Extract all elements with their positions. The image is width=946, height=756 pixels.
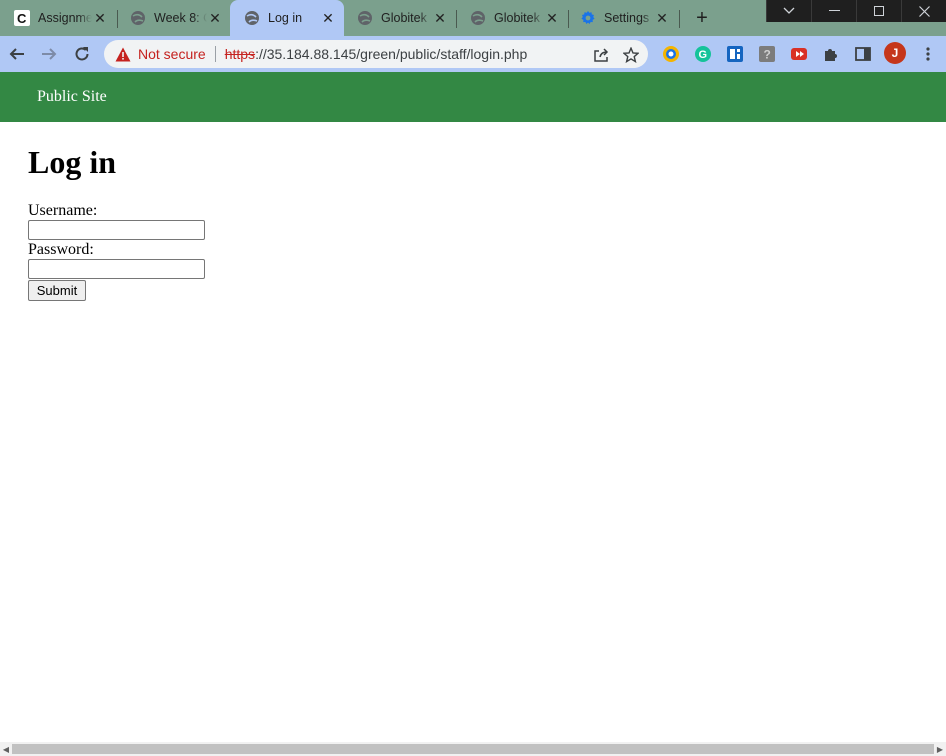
maximize-button[interactable] xyxy=(856,0,901,22)
close-icon[interactable]: ✕ xyxy=(207,10,223,26)
svg-text:C: C xyxy=(17,11,27,26)
password-input[interactable] xyxy=(28,259,205,279)
scroll-right-arrow-icon[interactable]: ▶ xyxy=(935,744,945,754)
page-title: Log in xyxy=(28,144,117,180)
globe-icon xyxy=(244,10,260,26)
svg-text:?: ? xyxy=(764,48,771,62)
close-icon[interactable]: ✕ xyxy=(320,10,336,26)
password-label: Password: xyxy=(28,241,94,258)
tab-search-button[interactable] xyxy=(766,0,811,22)
tab-log-in[interactable]: Log in ✕ xyxy=(230,0,344,36)
unknown-extension-icon[interactable]: ? xyxy=(757,44,777,64)
divider xyxy=(214,46,216,62)
new-tab-button[interactable]: + xyxy=(692,7,712,29)
menu-dots-icon[interactable] xyxy=(918,44,938,64)
minimize-button[interactable] xyxy=(811,0,856,22)
tab-title: Globitek xyxy=(494,11,540,25)
extension-blue-icon[interactable] xyxy=(725,44,745,64)
close-icon[interactable]: ✕ xyxy=(544,10,560,26)
tab-title: Log in xyxy=(268,11,303,25)
warning-icon[interactable] xyxy=(115,46,131,62)
url-protocol: https xyxy=(224,46,256,62)
tab-globitek-1[interactable]: Globitek ✕ xyxy=(343,0,456,36)
submit-button[interactable]: Submit xyxy=(28,280,86,301)
close-icon[interactable]: ✕ xyxy=(654,10,670,26)
globe-icon xyxy=(130,10,146,26)
username-input[interactable] xyxy=(28,220,205,240)
tab-title: Settings xyxy=(604,11,650,25)
public-site-link[interactable]: Public Site xyxy=(37,88,107,106)
close-icon[interactable]: ✕ xyxy=(432,10,448,26)
profile-avatar[interactable]: J xyxy=(884,42,906,64)
gear-icon xyxy=(580,10,596,26)
grammarly-icon[interactable]: G xyxy=(693,44,713,64)
username-label: Username: xyxy=(28,202,98,219)
back-button[interactable] xyxy=(6,43,28,65)
forward-button[interactable] xyxy=(38,43,60,65)
tab-week8[interactable]: Week 8: C ✕ xyxy=(116,0,231,36)
tab-assignment[interactable]: C Assignment ✕ xyxy=(0,0,116,36)
tab-strip: C Assignment ✕ Week 8: C ✕ Log in ✕ Glob… xyxy=(0,0,946,36)
tab-title: Week 8: C xyxy=(154,11,207,25)
scroll-left-arrow-icon[interactable]: ◀ xyxy=(1,744,11,754)
close-icon[interactable]: ✕ xyxy=(92,10,108,26)
share-icon[interactable] xyxy=(592,46,610,64)
tab-settings[interactable]: Settings ✕ xyxy=(566,0,678,36)
tab-globitek-2[interactable]: Globitek ✕ xyxy=(456,0,568,36)
reload-button[interactable] xyxy=(71,43,93,65)
site-navbar: Public Site xyxy=(0,72,946,122)
bookmark-star-icon[interactable] xyxy=(622,46,640,64)
canvas-icon: C xyxy=(14,10,30,26)
address-bar[interactable]: Not secure https://35.184.88.145/green/p… xyxy=(104,40,648,68)
globe-icon xyxy=(357,10,373,26)
extensions-puzzle-icon[interactable] xyxy=(821,44,841,64)
close-window-button[interactable] xyxy=(901,0,946,22)
extension-edge-icon[interactable] xyxy=(661,44,681,64)
url-path: ://35.184.88.145/green/public/staff/logi… xyxy=(255,46,528,62)
side-panel-icon[interactable] xyxy=(853,44,873,64)
tab-title: Assignment xyxy=(38,11,92,25)
horizontal-scrollbar[interactable]: ◀ ▶ xyxy=(0,742,946,756)
extension-red-icon[interactable] xyxy=(789,44,809,64)
tab-title: Globitek xyxy=(381,11,427,25)
svg-text:G: G xyxy=(699,49,708,61)
window-controls xyxy=(766,0,946,22)
scrollbar-thumb[interactable] xyxy=(12,744,934,754)
tab-separator xyxy=(679,10,680,28)
globe-icon xyxy=(470,10,486,26)
security-status[interactable]: Not secure xyxy=(138,46,206,62)
